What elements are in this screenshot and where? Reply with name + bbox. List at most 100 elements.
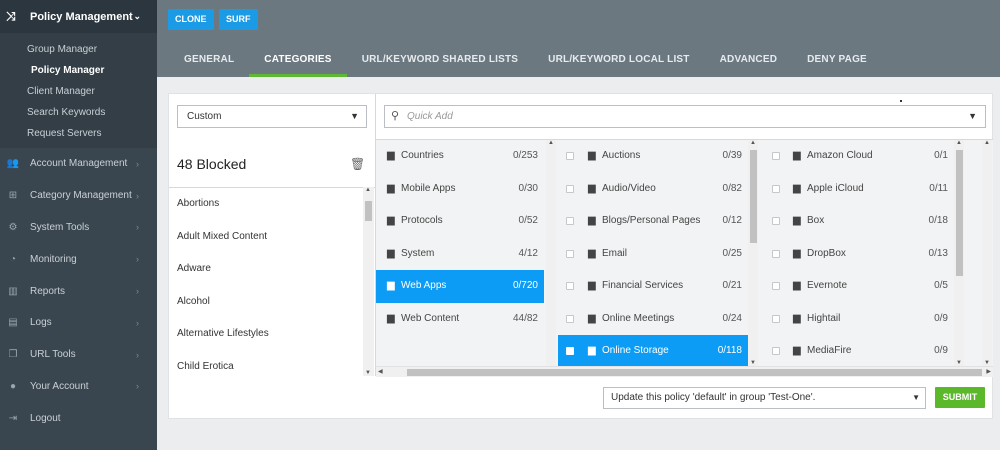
group-item-mobile-apps[interactable]: ▆ Mobile Apps 0/30 [376, 173, 544, 206]
submenu-item-request-servers[interactable]: Request Servers [0, 123, 157, 144]
group-count: 0/253 [512, 150, 538, 161]
blocked-item[interactable]: Adult Mixed Content [169, 221, 375, 254]
tab-advanced[interactable]: ADVANCED [705, 47, 793, 77]
group-item-protocols[interactable]: ▆ Protocols 0/52 [376, 205, 544, 238]
app-item-hightail[interactable]: ▆ Hightail 0/9 [760, 303, 954, 336]
blocked-column: Custom ▼ 48 Blocked 🗑 Abortions Adult Mi… [169, 94, 376, 376]
submenu-item-search-keywords[interactable]: Search Keywords [0, 102, 157, 123]
submenu-item-policy-manager[interactable]: Policy Manager [0, 60, 157, 81]
scroll-right-icon[interactable]: ▶ [986, 368, 991, 375]
subgroup-item-online-storage[interactable]: ▆ Online Storage 0/118 [558, 335, 748, 366]
sidebar-header-label: Policy Management [30, 10, 133, 23]
scrollbar-thumb[interactable] [407, 369, 982, 376]
sidebar-item-your-account[interactable]: ● Your Account › [0, 371, 157, 403]
tab-deny-page[interactable]: DENY PAGE [792, 47, 882, 77]
sidebar-header-policy-management[interactable]: ⤨ Policy Management ⌄ [0, 0, 157, 33]
sidebar-item-logout[interactable]: ⇥ Logout [0, 402, 157, 434]
checkbox[interactable] [772, 184, 780, 193]
preset-select[interactable]: Custom ▼ [177, 105, 367, 128]
scroll-up-icon[interactable]: ▲ [984, 140, 990, 146]
checkbox[interactable] [566, 217, 574, 225]
checkbox[interactable] [566, 347, 574, 355]
subgroup-item-email[interactable]: ▆ Email 0/25 [558, 238, 748, 271]
scroll-left-icon[interactable]: ◀ [378, 368, 383, 375]
blocked-item[interactable]: Alternative Lifestyles [169, 318, 375, 351]
subgroup-item-online-meetings[interactable]: ▆ Online Meetings 0/24 [558, 303, 748, 336]
group-item-web-apps[interactable]: ▆ Web Apps 0/720 [376, 270, 544, 303]
subgroup-item-blogs-personal-pages[interactable]: ▆ Blogs/Personal Pages 0/12 [558, 205, 748, 238]
blocked-item[interactable]: Alcohol [169, 286, 375, 319]
clone-button[interactable]: CLONE [168, 9, 214, 30]
quick-add-placeholder: Quick Add [407, 111, 453, 122]
sidebar-item-account-management[interactable]: 👥 Account Management › [0, 148, 157, 180]
scroll-up-icon[interactable]: ▲ [548, 140, 554, 146]
update-policy-select[interactable]: Update this policy 'default' in group 'T… [603, 387, 926, 409]
scrollbar-thumb[interactable] [956, 150, 963, 276]
checkbox[interactable] [772, 249, 780, 258]
submenu-item-group-manager[interactable]: Group Manager [0, 39, 157, 60]
checkbox[interactable] [566, 314, 574, 323]
group-item-system[interactable]: ▆ System 4/12 [376, 238, 544, 271]
tab-categories[interactable]: CATEGORIES [249, 47, 347, 77]
folder-icon: ▆ [387, 312, 395, 324]
checkbox[interactable] [566, 184, 574, 193]
tab-url-keyword-shared-lists[interactable]: URL/KEYWORD SHARED LISTS [347, 47, 533, 77]
checkbox[interactable] [772, 217, 780, 225]
checkbox[interactable] [566, 152, 574, 160]
sidebar-item-reports[interactable]: ▥ Reports › [0, 275, 157, 307]
app-column: ▆ Amazon Cloud 0/1 ▆ Apple iCloud 0/11 ▆… [760, 140, 954, 366]
group-label: Web Apps [401, 280, 447, 291]
sidebar-item-category-management[interactable]: ⊞ Category Management › [0, 180, 157, 212]
group-item-countries[interactable]: ▆ Countries 0/253 [376, 140, 544, 173]
app-column-scrollbar[interactable]: ▲ ▼ [954, 140, 964, 366]
sidebar-item-monitoring[interactable]: ◔ Monitoring › [0, 243, 157, 275]
app-item-mediafire[interactable]: ▆ MediaFire 0/9 [760, 335, 954, 366]
subgroup-item-auctions[interactable]: ▆ Auctions 0/39 [558, 140, 748, 173]
grid-scrollbar[interactable]: ▲ ▼ [982, 140, 992, 366]
group-column-scrollbar[interactable]: ▲ [546, 140, 556, 366]
sidebar-item-system-tools[interactable]: ⚙ System Tools › [0, 212, 157, 244]
app-item-box[interactable]: ▆ Box 0/18 [760, 205, 954, 238]
surf-button[interactable]: SURF [219, 9, 258, 30]
subgroup-item-audio-video[interactable]: ▆ Audio/Video 0/82 [558, 173, 748, 206]
app-item-apple-icloud[interactable]: ▆ Apple iCloud 0/11 [760, 173, 954, 206]
app-item-evernote[interactable]: ▆ Evernote 0/5 [760, 270, 954, 303]
trash-icon[interactable]: 🗑 [350, 157, 365, 171]
checkbox[interactable] [772, 314, 780, 323]
scroll-down-icon[interactable]: ▼ [365, 370, 371, 376]
scroll-up-icon[interactable]: ▲ [750, 140, 756, 146]
submenu-item-client-manager[interactable]: Client Manager [0, 81, 157, 102]
checkbox[interactable] [772, 282, 780, 290]
blocked-item[interactable]: Adware [169, 253, 375, 286]
subgroup-column-scrollbar[interactable]: ▲ ▼ [748, 140, 758, 366]
subgroup-count: 0/39 [722, 150, 742, 161]
app-label: Evernote [807, 280, 848, 291]
checkbox[interactable] [566, 282, 574, 290]
checkbox[interactable] [566, 249, 574, 258]
checkbox[interactable] [772, 347, 780, 355]
blocked-list-scrollbar[interactable]: ▲ ▼ [363, 187, 374, 376]
app-label: Hightail [807, 312, 841, 324]
app-item-amazon-cloud[interactable]: ▆ Amazon Cloud 0/1 [760, 140, 954, 173]
group-item-web-content[interactable]: ▆ Web Content 44/82 [376, 303, 544, 336]
checkbox[interactable] [772, 152, 780, 160]
folder-icon: ▆ [588, 312, 596, 324]
scrollbar-thumb[interactable] [750, 150, 757, 243]
scroll-up-icon[interactable]: ▲ [956, 140, 962, 146]
subgroup-item-financial-services[interactable]: ▆ Financial Services 0/21 [558, 270, 748, 303]
blocked-item[interactable]: Child Erotica [169, 351, 375, 377]
blocked-item[interactable]: Abortions [169, 188, 375, 221]
scrollbar-thumb[interactable] [365, 201, 372, 221]
app-item-dropbox[interactable]: ▆ DropBox 0/13 [760, 238, 954, 271]
sidebar-item-url-tools[interactable]: ❐ URL Tools › [0, 339, 157, 371]
sidebar-item-logs[interactable]: ▤ Logs › [0, 307, 157, 339]
tab-url-keyword-local-list[interactable]: URL/KEYWORD LOCAL LIST [533, 47, 704, 77]
quick-add-input[interactable]: ⚲ Quick Add ▼ [384, 105, 986, 128]
submit-button[interactable]: SUBMIT [935, 387, 985, 408]
grid-horizontal-scrollbar[interactable]: ◀ ▶ [376, 366, 993, 377]
subgroup-label: Online Meetings [602, 312, 675, 324]
tab-general[interactable]: GENERAL [169, 47, 249, 77]
scroll-up-icon[interactable]: ▲ [365, 187, 371, 193]
caret-down-icon[interactable]: ▼ [968, 106, 977, 127]
caret-down-icon: ▼ [912, 393, 920, 402]
